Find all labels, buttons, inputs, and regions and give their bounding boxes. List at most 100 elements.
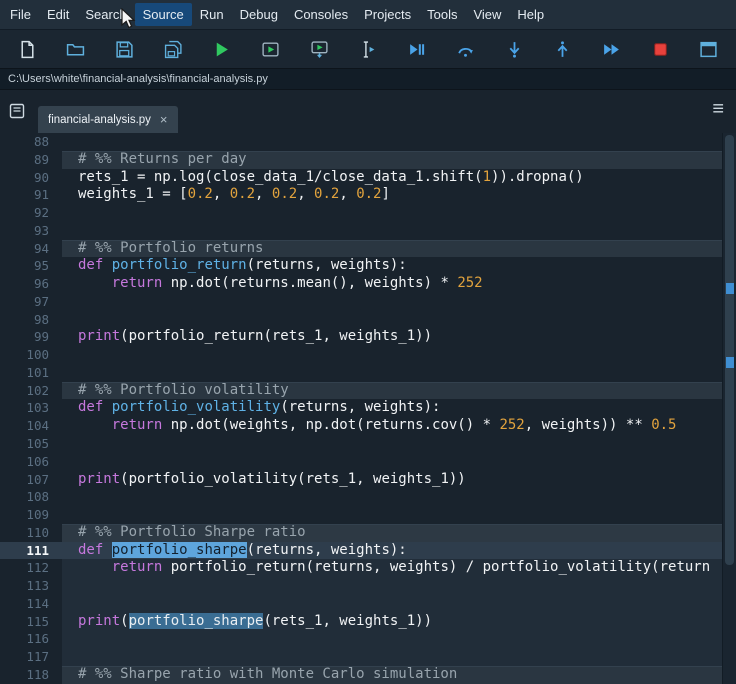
code-line-100[interactable]: 100 — [0, 346, 722, 364]
toolbar — [0, 29, 736, 68]
scrollbar-thumb[interactable] — [725, 135, 734, 565]
menu-item-run[interactable]: Run — [192, 3, 232, 26]
line-number: 90 — [0, 169, 62, 187]
debug-file-icon[interactable] — [402, 35, 432, 63]
menu-item-help[interactable]: Help — [509, 3, 552, 26]
spyder-window: FileEditSearchSourceRunDebugConsolesProj… — [0, 0, 736, 684]
code-content: def portfolio_volatility(returns, weight… — [62, 399, 722, 417]
code-line-96[interactable]: 96 return np.dot(returns.mean(), weights… — [0, 275, 722, 293]
code-line-107[interactable]: 107print(portfolio_volatility(rets_1, we… — [0, 471, 722, 489]
code-line-108[interactable]: 108 — [0, 488, 722, 506]
line-number: 117 — [0, 648, 62, 666]
line-number: 101 — [0, 364, 62, 382]
code-content — [62, 453, 722, 471]
editor-scrollbar[interactable] — [722, 133, 736, 684]
code-line-88[interactable]: 88 — [0, 133, 722, 151]
menu-item-debug[interactable]: Debug — [232, 3, 286, 26]
code-content — [62, 133, 722, 151]
continue-icon[interactable] — [596, 35, 626, 63]
tab-close-icon[interactable]: × — [160, 113, 168, 126]
code-line-118[interactable]: 118# %% Sharpe ratio with Monte Carlo si… — [0, 666, 722, 684]
open-file-icon[interactable] — [61, 35, 91, 63]
code-content — [62, 311, 722, 329]
code-line-104[interactable]: 104 return np.dot(weights, np.dot(return… — [0, 417, 722, 435]
code-line-94[interactable]: 94# %% Portfolio returns — [0, 240, 722, 258]
line-number: 97 — [0, 293, 62, 311]
code-line-93[interactable]: 93 — [0, 222, 722, 240]
maximize-pane-icon[interactable] — [694, 35, 724, 63]
code-content — [62, 595, 722, 613]
line-number: 100 — [0, 346, 62, 364]
line-number: 95 — [0, 257, 62, 275]
code-content: weights_1 = [0.2, 0.2, 0.2, 0.2, 0.2] — [62, 186, 722, 204]
run-file-icon[interactable] — [207, 35, 237, 63]
menu-item-source[interactable]: Source — [135, 3, 192, 26]
options-menu-icon[interactable]: ≡ — [712, 98, 724, 121]
line-number: 103 — [0, 399, 62, 417]
menu-item-projects[interactable]: Projects — [356, 3, 419, 26]
new-file-icon[interactable] — [12, 35, 42, 63]
code-line-112[interactable]: 112 return portfolio_return(returns, wei… — [0, 559, 722, 577]
code-line-113[interactable]: 113 — [0, 577, 722, 595]
code-line-103[interactable]: 103def portfolio_volatility(returns, wei… — [0, 399, 722, 417]
code-content — [62, 346, 722, 364]
code-content: print(portfolio_volatility(rets_1, weigh… — [62, 471, 722, 489]
menu-item-search[interactable]: Search — [77, 3, 134, 26]
code-editor: 8889# %% Returns per day90rets_1 = np.lo… — [0, 133, 736, 684]
occurrence-marker — [726, 283, 734, 294]
code-line-92[interactable]: 92 — [0, 204, 722, 222]
code-content: rets_1 = np.log(close_data_1/close_data_… — [62, 169, 722, 187]
code-content: return np.dot(weights, np.dot(returns.co… — [62, 417, 722, 435]
code-line-99[interactable]: 99print(portfolio_return(rets_1, weights… — [0, 328, 722, 346]
menu-item-file[interactable]: File — [2, 3, 39, 26]
code-line-105[interactable]: 105 — [0, 435, 722, 453]
step-over-icon[interactable] — [450, 35, 480, 63]
code-line-98[interactable]: 98 — [0, 311, 722, 329]
line-number: 108 — [0, 488, 62, 506]
code-line-95[interactable]: 95def portfolio_return(returns, weights)… — [0, 257, 722, 275]
path-bar: C:\Users\white\financial-analysis\financ… — [0, 68, 736, 89]
run-cell-icon[interactable] — [256, 35, 286, 63]
code-lines: 8889# %% Returns per day90rets_1 = np.lo… — [0, 133, 722, 684]
code-line-91[interactable]: 91weights_1 = [0.2, 0.2, 0.2, 0.2, 0.2] — [0, 186, 722, 204]
line-number: 91 — [0, 186, 62, 204]
save-icon[interactable] — [109, 35, 139, 63]
code-line-101[interactable]: 101 — [0, 364, 722, 382]
stop-icon[interactable] — [645, 35, 675, 63]
run-selection-icon[interactable] — [353, 35, 383, 63]
tab-label: financial-analysis.py — [48, 114, 151, 126]
code-content: # %% Portfolio volatility — [62, 382, 722, 400]
save-all-icon[interactable] — [158, 35, 188, 63]
code-content: # %% Portfolio Sharpe ratio — [62, 524, 722, 542]
code-line-106[interactable]: 106 — [0, 453, 722, 471]
code-line-109[interactable]: 109 — [0, 506, 722, 524]
step-into-icon[interactable] — [499, 35, 529, 63]
code-line-116[interactable]: 116 — [0, 630, 722, 648]
tab-financial-analysis[interactable]: financial-analysis.py × — [38, 106, 178, 133]
code-line-97[interactable]: 97 — [0, 293, 722, 311]
line-number: 96 — [0, 275, 62, 293]
menu-item-edit[interactable]: Edit — [39, 3, 77, 26]
line-number: 98 — [0, 311, 62, 329]
occurrence-marker — [726, 357, 734, 368]
step-out-icon[interactable] — [548, 35, 578, 63]
code-line-102[interactable]: 102# %% Portfolio volatility — [0, 382, 722, 400]
run-cell-advance-icon[interactable] — [304, 35, 334, 63]
menu-item-tools[interactable]: Tools — [419, 3, 465, 26]
line-number: 109 — [0, 506, 62, 524]
line-number: 88 — [0, 133, 62, 151]
code-line-117[interactable]: 117 — [0, 648, 722, 666]
code-line-111[interactable]: 111def portfolio_sharpe(returns, weights… — [0, 542, 722, 560]
code-line-114[interactable]: 114 — [0, 595, 722, 613]
menu-item-consoles[interactable]: Consoles — [286, 3, 356, 26]
line-number: 104 — [0, 417, 62, 435]
code-content — [62, 506, 722, 524]
code-content: # %% Sharpe ratio with Monte Carlo simul… — [62, 666, 722, 684]
menu-item-view[interactable]: View — [465, 3, 509, 26]
code-line-110[interactable]: 110# %% Portfolio Sharpe ratio — [0, 524, 722, 542]
line-number: 113 — [0, 577, 62, 595]
code-line-89[interactable]: 89# %% Returns per day — [0, 151, 722, 169]
code-line-115[interactable]: 115print(portfolio_sharpe(rets_1, weight… — [0, 613, 722, 631]
browse-tabs-icon[interactable] — [8, 102, 28, 122]
code-line-90[interactable]: 90rets_1 = np.log(close_data_1/close_dat… — [0, 169, 722, 187]
